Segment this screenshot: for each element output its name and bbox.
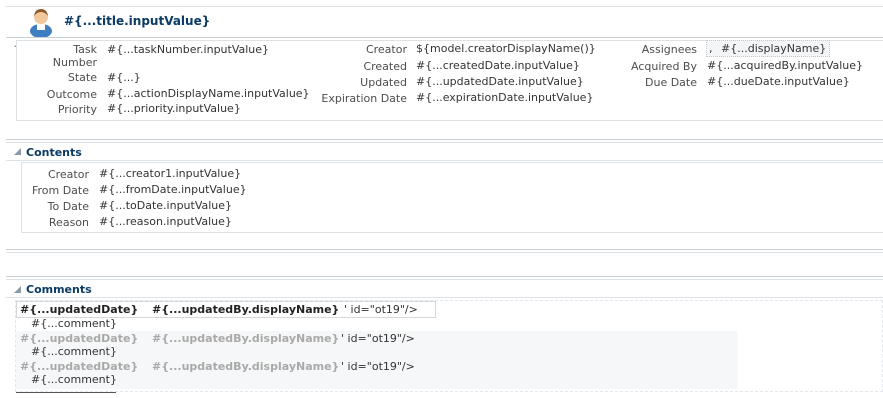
creator-label: Creator <box>365 43 407 56</box>
outcome-label: Outcome <box>46 88 97 101</box>
updated-value: #{...updatedDate.inputValue} <box>416 75 584 88</box>
to-date-label: To Date <box>47 200 89 213</box>
acquired-by-label: Acquired By <box>631 60 697 73</box>
comments-section-title: Comments <box>26 283 92 296</box>
outcome-value: #{...actionDisplayName.inputValue} <box>107 87 310 100</box>
assignees-value[interactable]: #{...displayName} <box>721 42 826 55</box>
page-title: #{...title.inputValue} <box>64 14 211 28</box>
created-value: #{...createdDate.inputValue} <box>416 59 580 72</box>
comment-author: #{...updatedBy.displayName} <box>152 360 340 373</box>
state-label: State <box>67 71 97 84</box>
contents-collapse-icon[interactable] <box>14 148 21 155</box>
comment-date: #{...updatedDate} <box>20 360 139 373</box>
state-value: #{...} <box>107 71 141 84</box>
assignees-label: Assignees <box>641 43 697 56</box>
comment-date: #{...updatedDate} <box>20 332 139 345</box>
comment-author: #{...updatedBy.displayName} <box>152 332 340 345</box>
task-number-value: #{...taskNumber.inputValue} <box>107 43 270 56</box>
reason-value: #{...reason.inputValue} <box>99 215 232 228</box>
assignees-separator: , <box>709 42 713 55</box>
comments-collapse-icon[interactable] <box>14 286 21 293</box>
reason-label: Reason <box>48 216 89 229</box>
to-date-value: #{...toDate.inputValue} <box>99 199 233 212</box>
priority-value: #{...priority.inputValue} <box>107 102 241 115</box>
expiration-date-value: #{...expirationDate.inputValue} <box>416 91 594 104</box>
comment-text: #{...comment} <box>31 373 117 386</box>
updated-label: Updated <box>360 76 407 89</box>
comment-date: #{...updatedDate} <box>20 303 139 316</box>
task-number-label-line2: Number <box>52 56 97 69</box>
due-date-label: Due Date <box>645 76 697 89</box>
comment-text: #{...comment} <box>31 317 117 330</box>
priority-label: Priority <box>57 103 97 116</box>
from-date-label: From Date <box>31 184 89 197</box>
creator-value: ${model.creatorDisplayName()} <box>416 42 596 55</box>
comment-author: #{...updatedBy.displayName} <box>152 303 340 316</box>
created-label: Created <box>363 60 407 73</box>
comment-suffix: ' id="ot19"/> <box>344 303 418 316</box>
comment-text: #{...comment} <box>31 345 117 358</box>
contents-creator-label: Creator <box>47 168 89 181</box>
from-date-value: #{...fromDate.inputValue} <box>99 183 247 196</box>
comment-suffix: ' id="ot19"/> <box>341 360 415 373</box>
expiration-date-label: Expiration Date <box>321 92 407 105</box>
bottom-divider <box>16 392 116 393</box>
due-date-value: #{...dueDate.inputValue} <box>707 75 850 88</box>
task-number-label-line1: Task <box>73 43 97 56</box>
acquired-by-value: #{...acquiredBy.inputValue} <box>707 59 864 72</box>
contents-creator-value: #{...creator1.inputValue} <box>99 167 242 180</box>
user-avatar-icon <box>28 7 54 38</box>
comment-suffix: ' id="ot19"/> <box>341 332 415 345</box>
contents-section-title: Contents <box>26 146 82 159</box>
